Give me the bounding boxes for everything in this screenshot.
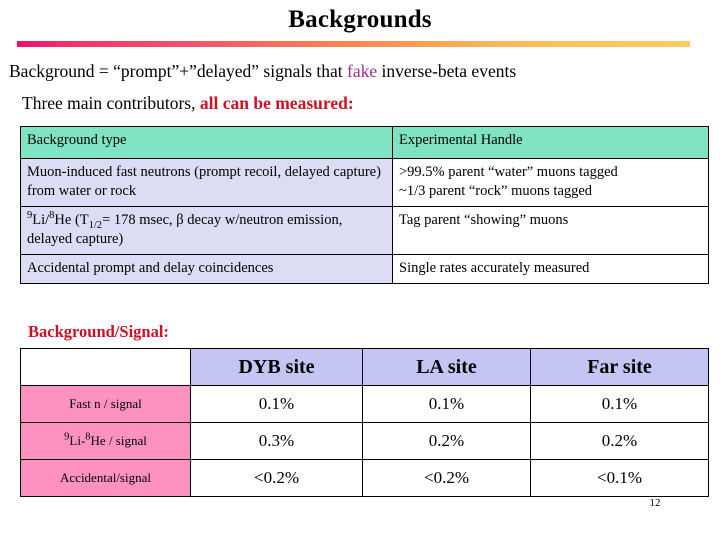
cell-text-line: 9Li/8He (T1/2= 178 msec, β decay w/neutr… <box>27 210 284 231</box>
page-title: Backgrounds <box>288 6 432 33</box>
background-type-table: Background type Experimental Handle Muon… <box>20 126 709 284</box>
value-cell: 0.1% <box>362 385 531 423</box>
title-gradient-divider <box>17 41 690 47</box>
table-row: 9Li-8He / signal 0.3% 0.2% 0.2% <box>20 422 709 460</box>
cell-text-fragment: Li/ <box>32 212 50 228</box>
bullet-line-contributors-emphasis: all can be measured: <box>199 93 354 113</box>
value-cell: 0.1% <box>530 385 709 423</box>
header-cell-corner <box>20 348 191 386</box>
table-row: Muon-induced fast neutrons (prompt recoi… <box>20 158 709 207</box>
page-number: 12 <box>649 497 661 509</box>
cell-experimental-handle: Tag parent “showing” muons <box>392 206 709 255</box>
row-label-li-he: 9Li-8He / signal <box>20 422 191 460</box>
table-row: 9Li/8He (T1/2= 178 msec, β decay w/neutr… <box>20 206 709 255</box>
cell-text-line: >99.5% parent “water” muons tagged <box>399 164 618 180</box>
value-cell: 0.3% <box>190 422 363 460</box>
row-label-fragment: He / signal <box>90 433 147 448</box>
cell-text-fragment: He (T <box>54 212 89 228</box>
header-cell-la-site: LA site <box>362 348 531 386</box>
cell-background-type: Muon-induced fast neutrons (prompt recoi… <box>20 158 393 207</box>
header-cell-experimental-handle: Experimental Handle <box>392 126 709 159</box>
cell-experimental-handle: Single rates accurately measured <box>392 254 709 284</box>
header-cell-far-site: Far site <box>530 348 709 386</box>
value-cell: 0.1% <box>190 385 363 423</box>
value-cell: <0.2% <box>190 459 363 497</box>
halflife-subscript: 1/2 <box>88 219 103 231</box>
cell-text-line: Single rates accurately measured <box>399 260 590 276</box>
bullet-line-contributors: Three main contributors, all can be meas… <box>22 92 712 114</box>
table-row: Accidental/signal <0.2% <0.2% <0.1% <box>20 459 709 497</box>
cell-background-type: 9Li/8He (T1/2= 178 msec, β decay w/neutr… <box>20 206 393 255</box>
row-label-fast-n: Fast n / signal <box>20 385 191 423</box>
value-cell: <0.2% <box>362 459 531 497</box>
table-header-row: DYB site LA site Far site <box>20 348 709 386</box>
cell-background-type: Accidental prompt and delay coincidences <box>20 254 393 284</box>
bullet-line-definition-part2: inverse-beta events <box>377 61 517 81</box>
row-label-accidental: Accidental/signal <box>20 459 191 497</box>
table-row: Fast n / signal 0.1% 0.1% 0.1% <box>20 385 709 423</box>
cell-experimental-handle: >99.5% parent “water” muons tagged ~1/3 … <box>392 158 709 207</box>
cell-text-line: Tag parent “showing” muons <box>399 212 569 228</box>
row-label-fragment: Li- <box>69 433 86 448</box>
header-cell-background-type: Background type <box>20 126 393 159</box>
value-cell: <0.1% <box>530 459 709 497</box>
value-cell: 0.2% <box>362 422 531 460</box>
bullet-line-definition: Background = “prompt”+”delayed” signals … <box>9 60 715 82</box>
cell-text-line: Muon-induced fast neutrons (prompt recoi… <box>27 164 282 180</box>
background-signal-label: Background/Signal: <box>28 322 169 341</box>
table-header-row: Background type Experimental Handle <box>20 126 709 159</box>
cell-text-fragment: = 178 msec, β decay w/neutron <box>102 212 284 228</box>
value-cell: 0.2% <box>530 422 709 460</box>
table-row: Accidental prompt and delay coincidences… <box>20 254 709 284</box>
bullet-line-contributors-part1: Three main contributors, <box>22 93 200 113</box>
cell-text-line: ~1/3 parent “rock” muons tagged <box>399 183 593 199</box>
background-signal-table: DYB site LA site Far site Fast n / signa… <box>20 348 709 497</box>
bullet-line-definition-highlight: fake <box>347 61 378 81</box>
header-cell-dyb-site: DYB site <box>190 348 363 386</box>
bullet-line-definition-part1: Background = “prompt”+”delayed” signals … <box>9 61 348 81</box>
cell-text-line: Accidental prompt and delay coincidences <box>27 260 274 276</box>
